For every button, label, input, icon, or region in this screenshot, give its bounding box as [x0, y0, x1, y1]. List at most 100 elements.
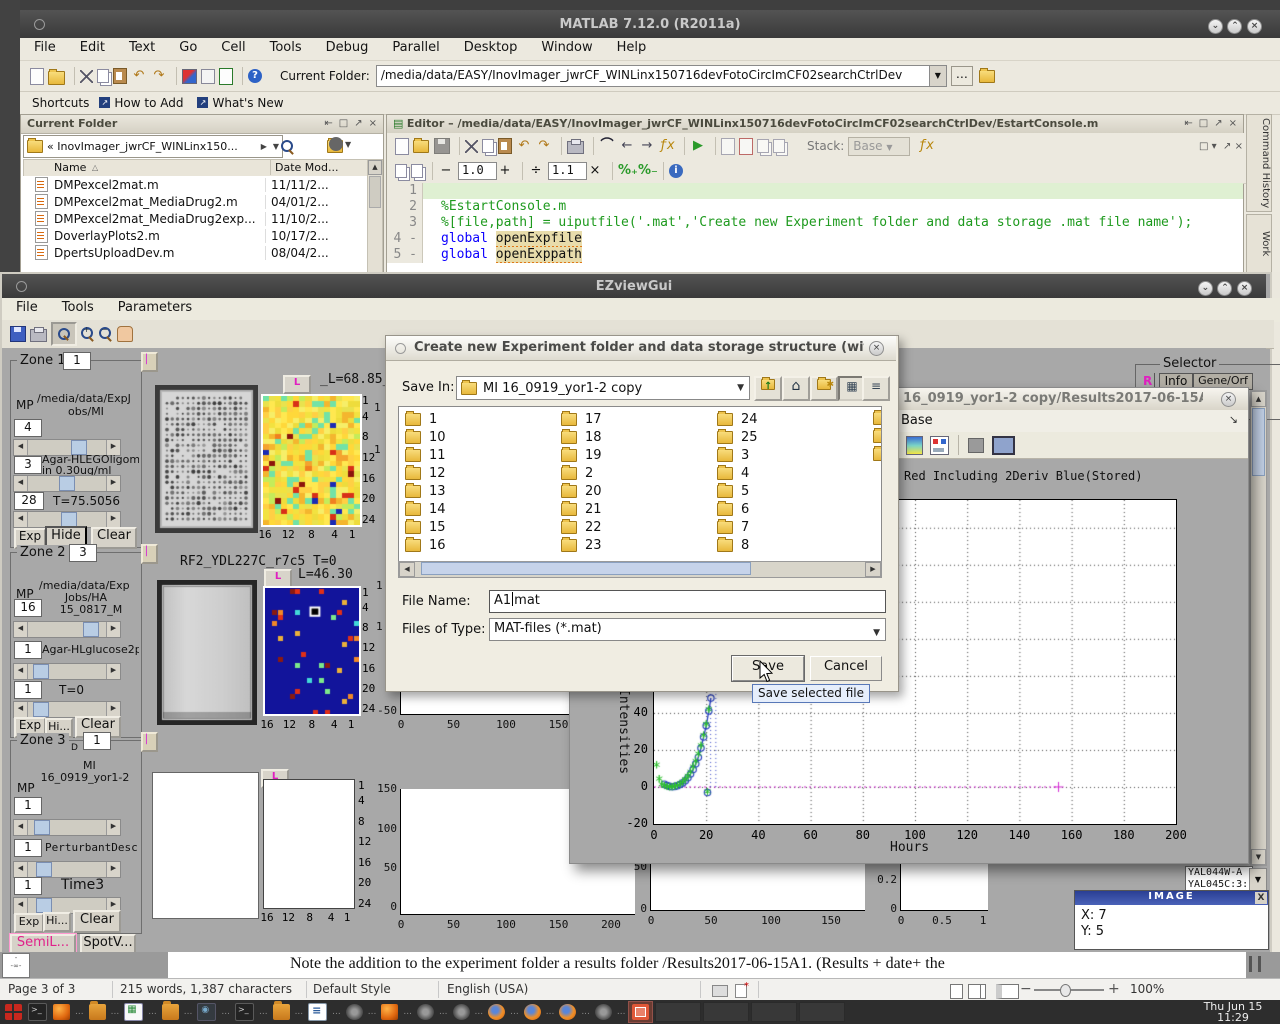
- viewer-taskbar-item[interactable]: [592, 1002, 615, 1022]
- increase-icon[interactable]: +: [497, 163, 513, 179]
- viewer-taskbar-item[interactable]: [343, 1002, 366, 1022]
- empty-taskbar-slot[interactable]: [799, 1002, 845, 1022]
- cell-insert-icon[interactable]: [757, 139, 769, 153]
- zone2-media-slider[interactable]: ◀▶: [13, 663, 121, 680]
- book-view-icon[interactable]: [996, 984, 1019, 999]
- window-menu-icon[interactable]: [34, 19, 45, 30]
- viewer-taskbar-item[interactable]: [414, 1002, 437, 1022]
- language-selector[interactable]: English (USA): [447, 982, 528, 996]
- zone2-media-field[interactable]: 1: [14, 641, 42, 659]
- file-row[interactable]: DoverlayPlots2.m10/17/2...: [23, 227, 367, 244]
- selection-mode-icon[interactable]: [712, 985, 728, 997]
- new-folder-button[interactable]: ✱: [810, 376, 838, 401]
- zone2-heatmap[interactable]: [263, 586, 361, 716]
- close-icon[interactable]: ×: [1247, 19, 1262, 34]
- folder-item[interactable]: 21: [561, 502, 602, 517]
- folder-item[interactable]: 24: [717, 412, 758, 427]
- gene-list-item[interactable]: YAL044W-A: [1188, 867, 1252, 879]
- zone2-plate-image[interactable]: [157, 580, 257, 725]
- zone3-plate-image-empty[interactable]: [152, 772, 259, 919]
- scrollbar-thumb[interactable]: [1252, 408, 1265, 476]
- minimize-icon[interactable]: ⌄: [1198, 281, 1213, 296]
- firefox-taskbar-item[interactable]: [521, 1002, 544, 1022]
- copy-icon[interactable]: [97, 69, 109, 83]
- code-line[interactable]: 2%EstartConsole.m: [387, 199, 1243, 215]
- folder-item[interactable]: 7: [717, 520, 749, 535]
- matlab-taskbar-item[interactable]: [378, 1002, 401, 1022]
- zone3-index-field[interactable]: 1: [83, 732, 111, 750]
- matlab-menu-go[interactable]: Go: [179, 40, 197, 55]
- zone2-index-field[interactable]: 3: [69, 544, 97, 562]
- subplot-grid-icon[interactable]: [930, 436, 949, 455]
- gray-tool-icon[interactable]: [968, 438, 984, 453]
- zone3-perturbant-field[interactable]: 1: [14, 839, 42, 857]
- folder-item[interactable]: 17: [561, 412, 602, 427]
- multiply-value-field[interactable]: 1.0: [458, 162, 497, 180]
- folder-item[interactable]: 2: [561, 466, 593, 481]
- folder-item[interactable]: 10: [405, 430, 446, 445]
- zone3-heatmap-empty[interactable]: [263, 779, 355, 909]
- zone2-mp-slider[interactable]: ◀▶: [13, 621, 121, 638]
- paste-icon[interactable]: [113, 68, 127, 84]
- save-icon[interactable]: [434, 138, 450, 154]
- zone3-detach-button[interactable]: ▏: [141, 732, 158, 752]
- folder-list-hscrollbar[interactable]: ◀ ▶: [398, 561, 882, 578]
- cut-icon[interactable]: [465, 140, 478, 153]
- modified-flag-icon[interactable]: *: [735, 984, 747, 998]
- empty-taskbar-slot[interactable]: [655, 1002, 701, 1022]
- code-line[interactable]: 5 -global openExppath: [387, 247, 1243, 263]
- cell-divide-icon[interactable]: [773, 139, 785, 153]
- print-icon[interactable]: [567, 141, 584, 154]
- zone1-index-field[interactable]: 1: [63, 352, 91, 370]
- scroll-left-icon[interactable]: ◀: [399, 562, 415, 577]
- tab-workspace[interactable]: Work: [1246, 214, 1272, 274]
- decrease-icon[interactable]: −: [438, 163, 454, 179]
- zone2-mp-field[interactable]: 16: [14, 599, 42, 617]
- folder-item[interactable]: 15: [405, 520, 446, 535]
- undo-icon[interactable]: ↶: [516, 138, 532, 154]
- file-name-input[interactable]: A1mat: [489, 590, 886, 613]
- grid-taskbar-item[interactable]: [2, 1002, 25, 1022]
- folder-taskbar-item[interactable]: [270, 1002, 293, 1022]
- folder-up-icon[interactable]: [979, 70, 995, 83]
- panel-maximize-icon[interactable]: □: [1199, 115, 1208, 133]
- zone3-hide-button[interactable]: Hi...: [43, 912, 71, 932]
- guide-icon[interactable]: [201, 69, 215, 84]
- editor-panel-header[interactable]: ▤ Editor – /media/data/EASY/InovImager_j…: [387, 115, 1243, 134]
- undo-icon[interactable]: ↶: [131, 68, 147, 84]
- folder-item[interactable]: 25: [717, 430, 758, 445]
- save-in-dropdown[interactable]: MI 16_0919_yor1-2 copy ▼: [456, 376, 750, 400]
- ezviewgui-menu-file[interactable]: File: [16, 300, 38, 315]
- terminal-taskbar-item[interactable]: [25, 1002, 50, 1022]
- select-region-tool-active[interactable]: [51, 322, 77, 346]
- panel-dock-icon[interactable]: ⇤: [324, 115, 332, 133]
- list-view-button[interactable]: ≡: [862, 376, 890, 401]
- minimize-icon[interactable]: ⌄: [1208, 19, 1223, 34]
- zone1-media-slider[interactable]: ◀▶: [13, 475, 121, 492]
- folder-item[interactable]: 13: [405, 484, 446, 499]
- matlab-menu-edit[interactable]: Edit: [80, 40, 105, 55]
- matlab-menu-window[interactable]: Window: [541, 40, 592, 55]
- matlab-menu-cell[interactable]: Cell: [221, 40, 245, 55]
- page-style[interactable]: Default Style: [313, 982, 391, 996]
- gene-list-dropdown-icon[interactable]: ▼: [1249, 868, 1267, 892]
- open-icon[interactable]: [413, 140, 429, 153]
- divide-value-field[interactable]: 1.1: [548, 162, 587, 180]
- print-figure-icon[interactable]: [30, 329, 47, 342]
- back-icon[interactable]: ←: [619, 138, 635, 154]
- word-count[interactable]: 215 words, 1,387 characters: [120, 982, 292, 996]
- folder-item[interactable]: 4: [717, 466, 749, 481]
- stack-dropdown[interactable]: Base ▼: [848, 137, 910, 156]
- info-icon[interactable]: i: [669, 164, 683, 178]
- window-menu-icon[interactable]: [16, 281, 27, 292]
- close-icon[interactable]: X: [1255, 892, 1267, 904]
- file-row[interactable]: DMPexcel2mat_MediaDrug2exp...11/10/2...: [23, 210, 367, 227]
- single-page-view-icon[interactable]: [950, 984, 963, 999]
- code-line[interactable]: 1: [387, 183, 1243, 199]
- matlab-menu-tools[interactable]: Tools: [270, 40, 302, 55]
- new-script-icon[interactable]: [395, 138, 409, 155]
- scroll-down-icon[interactable]: ▼: [1251, 849, 1266, 865]
- folder-item[interactable]: 18: [561, 430, 602, 445]
- profiler-icon[interactable]: [219, 68, 233, 85]
- folder-item[interactable]: 8: [717, 538, 749, 553]
